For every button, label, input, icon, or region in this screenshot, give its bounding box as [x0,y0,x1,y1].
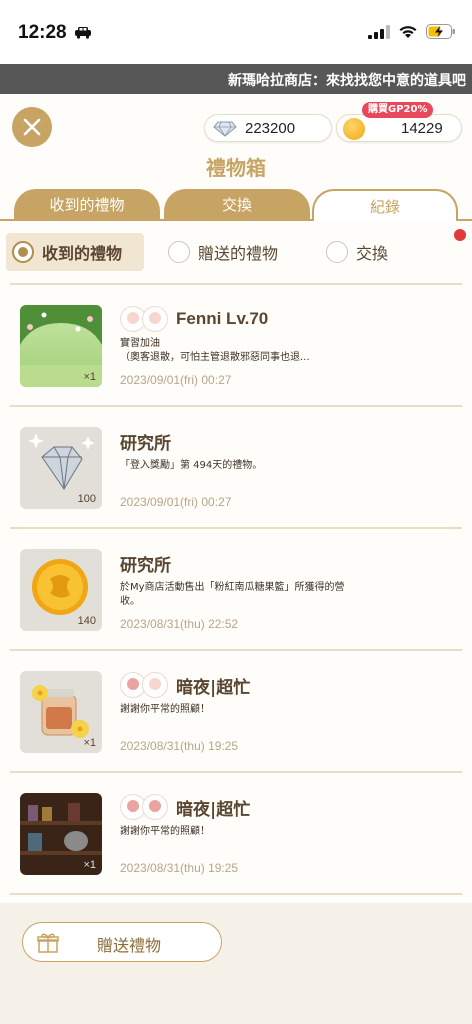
filter-exchange[interactable]: 交換 [326,233,388,271]
diamond-icon [213,121,237,137]
avatar [142,672,168,698]
filter-received[interactable]: 收到的禮物 [6,233,145,271]
filter-sent[interactable]: 贈送的禮物 [168,233,278,271]
sender-name: 暗夜|超忙 [176,677,251,698]
avatar-group [120,794,168,820]
coin-balance[interactable]: 14229 [336,114,462,142]
header: 223200 購買GP20% 14229 禮物箱 [0,94,472,189]
list-item[interactable]: ×1 Fenni Lv.70 實習加油 （奧客退散，可怕主管退散邪惡同事也退..… [0,285,472,407]
item-thumbnail: ×1 [20,793,102,875]
sender[interactable]: 暗夜|超忙 [120,793,250,821]
item-message: 「登入獎勵」第 494天的禮物。 [120,460,263,471]
item-message: 實習加油 （奧客退散，可怕主管退散邪惡同事也退... [120,338,310,363]
item-message: 於My商店活動售出「粉紅南瓜糖果籃」所獲得的營收。 [120,582,345,607]
filter-label: 贈送的禮物 [198,244,279,263]
item-thumbnail: ×1 [20,305,102,387]
send-gift-button[interactable]: 贈送禮物 [22,922,222,962]
item-thumbnail: 100 [20,427,102,509]
item-date: 2023/08/31(thu) 19:25 [120,739,239,753]
item-quantity: ×1 [83,737,96,749]
sender[interactable]: 暗夜|超忙 [120,671,250,699]
battery-icon [426,24,455,39]
item-thumbnail: ×1 [20,671,102,753]
filter-label: 收到的禮物 [42,244,123,263]
item-thumbnail: 140 [20,549,102,631]
item-date: 2023/09/01(fri) 00:27 [120,373,232,387]
gift-icon [37,933,59,953]
page-title: 禮物箱 [206,156,266,180]
sender-name: 研究所 [120,433,171,454]
item-message: 謝謝你平常的照顧！ [120,704,210,715]
signal-icon [368,24,390,39]
close-icon [23,118,41,136]
coin-amount: 14229 [401,120,443,137]
tab-record[interactable]: 紀錄 [312,189,458,221]
list-item[interactable]: ×1 暗夜|超忙 謝謝你平常的照顧！ 2023/08/31(thu) 19:25 [0,773,472,895]
item-quantity: ×1 [83,859,96,871]
item-date: 2023/08/31(thu) 19:25 [120,861,239,875]
avatar-group [120,672,168,698]
item-quantity: 140 [77,615,96,627]
sender-name: 研究所 [120,555,171,576]
status-bar: 12:28 [0,0,472,64]
announcement-marquee[interactable]: 新瑪哈拉商店：來找找您中意的道具吧 [0,64,472,94]
wifi-icon [399,25,417,38]
item-date: 2023/09/01(fri) 00:27 [120,495,232,509]
item-message: 謝謝你平常的照顧！ [120,826,210,837]
item-quantity: 100 [77,493,96,505]
car-icon [75,27,91,39]
list-item[interactable]: ×1 暗夜|超忙 謝謝你平常的照顧！ 2023/08/31(thu) 19:25 [0,651,472,773]
radio-icon [12,241,34,263]
record-filters: 收到的禮物 贈送的禮物 交換 [0,229,472,277]
sender-name: Fenni Lv.70 [176,309,269,328]
tab-exchange[interactable]: 交換 [164,189,310,221]
list-item[interactable]: 100 研究所 「登入獎勵」第 494天的禮物。 2023/09/01(fri)… [0,407,472,529]
item-quantity: ×1 [83,371,96,383]
notification-dot [454,229,466,241]
radio-icon [326,241,348,263]
gp-bonus-badge[interactable]: 購買GP20% [362,102,434,118]
sender[interactable]: 研究所 [120,549,171,577]
filter-label: 交換 [356,244,389,263]
marquee-text: 新瑪哈拉商店：來找找您中意的道具吧 [228,73,466,89]
avatar [142,794,168,820]
tab-bar: 收到的禮物 交換 紀錄 [0,189,472,221]
avatar-group [120,306,168,332]
footer: 贈送禮物 [0,903,472,1024]
list-item[interactable]: 140 研究所 於My商店活動售出「粉紅南瓜糖果籃」所獲得的營收。 2023/0… [0,529,472,651]
coin-icon [343,118,365,140]
close-button[interactable] [12,107,52,147]
gem-balance[interactable]: 223200 [204,114,332,142]
gift-record-list[interactable]: ×1 Fenni Lv.70 實習加油 （奧客退散，可怕主管退散邪惡同事也退..… [0,285,472,895]
sender[interactable]: Fenni Lv.70 [120,305,268,333]
sender[interactable]: 研究所 [120,427,171,455]
gem-amount: 223200 [245,120,296,137]
item-date: 2023/08/31(thu) 22:52 [120,617,239,631]
status-time: 12:28 [18,22,67,43]
radio-icon [168,241,190,263]
send-gift-label: 贈送禮物 [97,936,162,955]
sender-name: 暗夜|超忙 [176,799,251,820]
tab-received[interactable]: 收到的禮物 [14,189,160,221]
avatar [142,306,168,332]
